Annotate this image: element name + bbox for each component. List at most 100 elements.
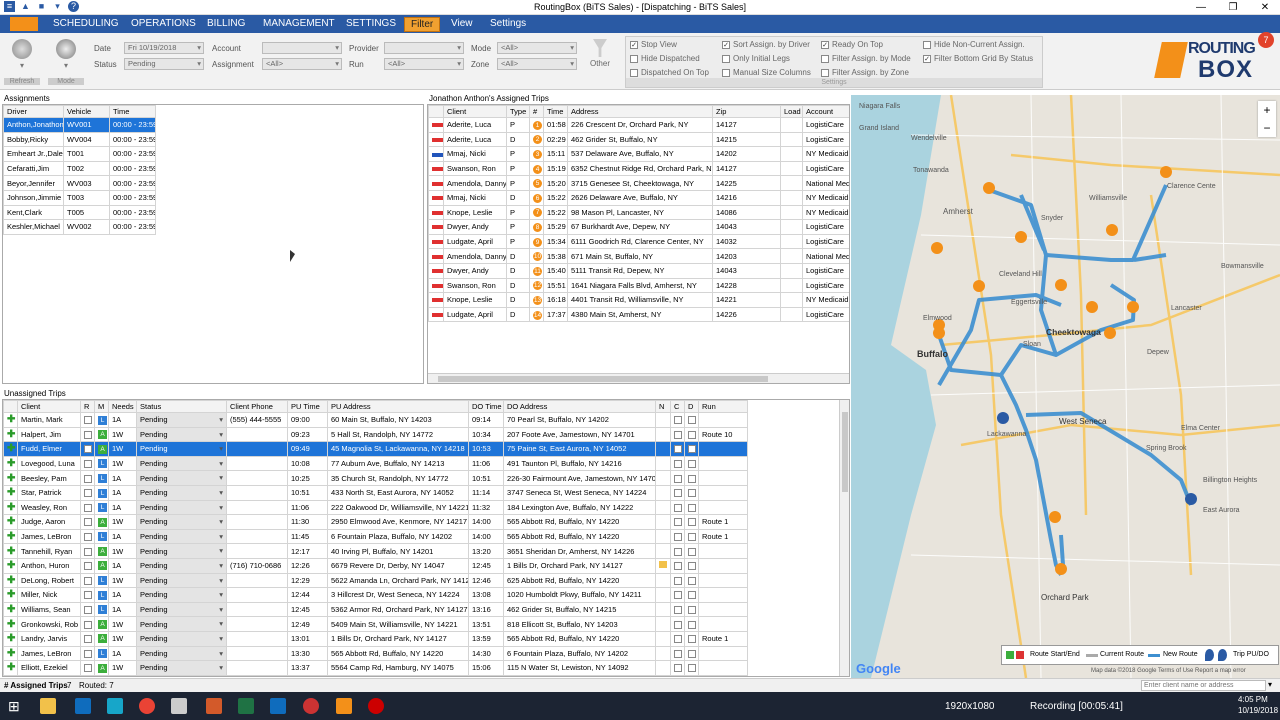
status-dropdown[interactable]: Pending bbox=[136, 412, 227, 428]
add-icon[interactable]: ✚ bbox=[7, 575, 15, 586]
unassigned-col-header[interactable]: PU Address bbox=[327, 400, 469, 413]
d-checkbox[interactable] bbox=[688, 533, 696, 542]
recorder-icon[interactable] bbox=[368, 698, 384, 714]
add-trip-cell[interactable]: ✚ bbox=[3, 587, 18, 603]
d-cell[interactable] bbox=[684, 455, 699, 472]
unassigned-col-header[interactable]: DO Address bbox=[503, 400, 656, 413]
refresh-button[interactable]: ▾ Refresh bbox=[4, 37, 40, 85]
c-cell[interactable] bbox=[670, 514, 685, 530]
r-cell[interactable] bbox=[80, 601, 95, 618]
status-select[interactable]: Pending bbox=[124, 58, 204, 70]
c-checkbox[interactable] bbox=[674, 445, 682, 454]
unassigned-row[interactable]: ✚Weasley, Ron L1APending 11:06222 Oakwood … bbox=[3, 499, 748, 516]
c-cell[interactable] bbox=[670, 660, 685, 676]
trips-col-header[interactable]: Account bbox=[802, 105, 849, 118]
excel-icon[interactable] bbox=[238, 698, 254, 714]
status-dropdown[interactable]: Pending bbox=[136, 660, 227, 676]
status-dropdown[interactable]: Pending bbox=[136, 441, 227, 457]
d-checkbox[interactable] bbox=[688, 576, 696, 585]
assignment-row[interactable]: Anthon,Jonathon WV001 00:00 - 23:59 bbox=[3, 117, 156, 133]
zone-select[interactable]: <All> bbox=[497, 58, 577, 70]
hide-non-current-checkbox[interactable]: Hide Non-Current Assign. bbox=[923, 40, 1025, 51]
unassigned-row[interactable]: ✚Elliott, Ezekiel A1WPending 13:375564 Cam… bbox=[3, 660, 748, 676]
status-dropdown[interactable]: Pending bbox=[136, 557, 227, 574]
c-checkbox[interactable] bbox=[674, 649, 682, 658]
unassigned-col-header[interactable]: M bbox=[94, 400, 109, 413]
unassigned-row[interactable]: ✚Lovegood, Luna L1WPending 10:0877 Auburn … bbox=[3, 455, 748, 472]
add-trip-cell[interactable]: ✚ bbox=[3, 572, 18, 589]
minimize-icon[interactable]: — bbox=[1186, 0, 1216, 15]
d-checkbox[interactable] bbox=[688, 416, 696, 425]
c-checkbox[interactable] bbox=[674, 547, 682, 556]
c-checkbox[interactable] bbox=[674, 664, 682, 673]
unassigned-col-header[interactable]: N bbox=[655, 400, 671, 413]
r-checkbox[interactable] bbox=[84, 474, 92, 483]
c-checkbox[interactable] bbox=[674, 474, 682, 483]
r-checkbox[interactable] bbox=[84, 503, 92, 512]
trip-row[interactable]: Knope, Leslie D 13 16:18 4401 Transit Rd, Wi… bbox=[428, 292, 849, 308]
assignment-row[interactable]: Emheart Jr.,Dale T001 00:00 - 23:59 bbox=[3, 146, 156, 162]
add-trip-cell[interactable]: ✚ bbox=[3, 601, 18, 618]
trip-row[interactable]: Swanson, Ron P 4 15:19 6352 Chestnut Ridge R… bbox=[428, 160, 849, 177]
unassigned-row[interactable]: ✚Gronkowski, Rob A1WPending 12:495409 Main… bbox=[3, 616, 748, 632]
d-cell[interactable] bbox=[684, 660, 699, 676]
d-checkbox[interactable] bbox=[688, 430, 696, 439]
d-cell[interactable] bbox=[684, 616, 699, 632]
c-checkbox[interactable] bbox=[674, 533, 682, 542]
r-cell[interactable] bbox=[80, 514, 95, 530]
c-cell[interactable] bbox=[670, 601, 685, 618]
n-cell[interactable] bbox=[655, 660, 671, 676]
mode-button[interactable]: ▾ Mode bbox=[48, 37, 84, 85]
add-trip-cell[interactable]: ✚ bbox=[3, 412, 18, 428]
trips-col-header[interactable]: Zip bbox=[712, 105, 781, 118]
unassigned-row[interactable]: ✚Star, Patrick L1APending 10:51433 North S… bbox=[3, 484, 748, 501]
add-icon[interactable]: ✚ bbox=[7, 648, 15, 659]
unassigned-row[interactable]: ✚Landry, Jarvis A1WPending 13:011 Bills Dr… bbox=[3, 630, 748, 647]
file-explorer-icon[interactable] bbox=[40, 698, 56, 714]
client-search-input[interactable] bbox=[1141, 680, 1266, 691]
unassigned-col-header[interactable]: R bbox=[80, 400, 95, 413]
r-checkbox[interactable] bbox=[84, 460, 92, 469]
n-cell[interactable] bbox=[655, 441, 671, 457]
chrome-icon[interactable] bbox=[139, 698, 155, 714]
assignment-row[interactable]: Kent,Clark T005 00:00 - 23:59 bbox=[3, 204, 156, 221]
add-icon[interactable]: ✚ bbox=[7, 414, 15, 425]
n-cell[interactable] bbox=[655, 412, 671, 428]
trips-col-header[interactable]: Address bbox=[567, 105, 713, 118]
menu-view[interactable]: View bbox=[451, 18, 473, 29]
app-icon-4[interactable] bbox=[303, 698, 319, 714]
d-cell[interactable] bbox=[684, 645, 699, 662]
menu-operations[interactable]: OPERATIONS bbox=[131, 18, 196, 29]
notification-badge[interactable]: 7 bbox=[1258, 32, 1274, 48]
status-dropdown[interactable]: Pending bbox=[136, 499, 227, 516]
assignment-row[interactable]: Cefaratti,Jim T002 00:00 - 23:59 bbox=[3, 160, 156, 177]
other-button[interactable]: Other bbox=[584, 37, 616, 85]
add-icon[interactable]: ✚ bbox=[7, 662, 15, 673]
add-trip-cell[interactable]: ✚ bbox=[3, 616, 18, 632]
d-cell[interactable] bbox=[684, 630, 699, 647]
status-dropdown[interactable]: Pending bbox=[136, 455, 227, 472]
filter-assign-mode-checkbox[interactable]: Filter Assign. by Mode bbox=[821, 54, 911, 65]
n-cell[interactable] bbox=[655, 470, 671, 486]
menu-settings-2[interactable]: Settings bbox=[490, 18, 526, 29]
d-cell[interactable] bbox=[684, 441, 699, 457]
r-cell[interactable] bbox=[80, 412, 95, 428]
c-checkbox[interactable] bbox=[674, 576, 682, 585]
add-icon[interactable]: ✚ bbox=[7, 531, 15, 542]
trips-horizontal-scrollbar[interactable] bbox=[428, 373, 849, 383]
trips-col-header[interactable]: Load bbox=[780, 105, 803, 118]
unassigned-col-header[interactable]: Status bbox=[136, 400, 227, 413]
r-cell[interactable] bbox=[80, 616, 95, 632]
add-trip-cell[interactable]: ✚ bbox=[3, 630, 18, 647]
r-cell[interactable] bbox=[80, 441, 95, 457]
status-dropdown[interactable]: Pending bbox=[136, 645, 227, 662]
r-checkbox[interactable] bbox=[84, 649, 92, 658]
trips-col-header[interactable] bbox=[428, 105, 444, 118]
outlook-icon-2[interactable] bbox=[270, 698, 286, 714]
unassigned-row[interactable]: ✚Anthon, HuronA1APending(716) 710-068612… bbox=[3, 557, 748, 574]
d-cell[interactable] bbox=[684, 601, 699, 618]
unassigned-row[interactable]: ✚Halpert, Jim A1WPending 09:235 Hall St, R… bbox=[3, 426, 748, 443]
c-checkbox[interactable] bbox=[674, 518, 682, 527]
status-dropdown[interactable]: Pending bbox=[136, 528, 227, 545]
add-icon[interactable]: ✚ bbox=[7, 429, 15, 440]
